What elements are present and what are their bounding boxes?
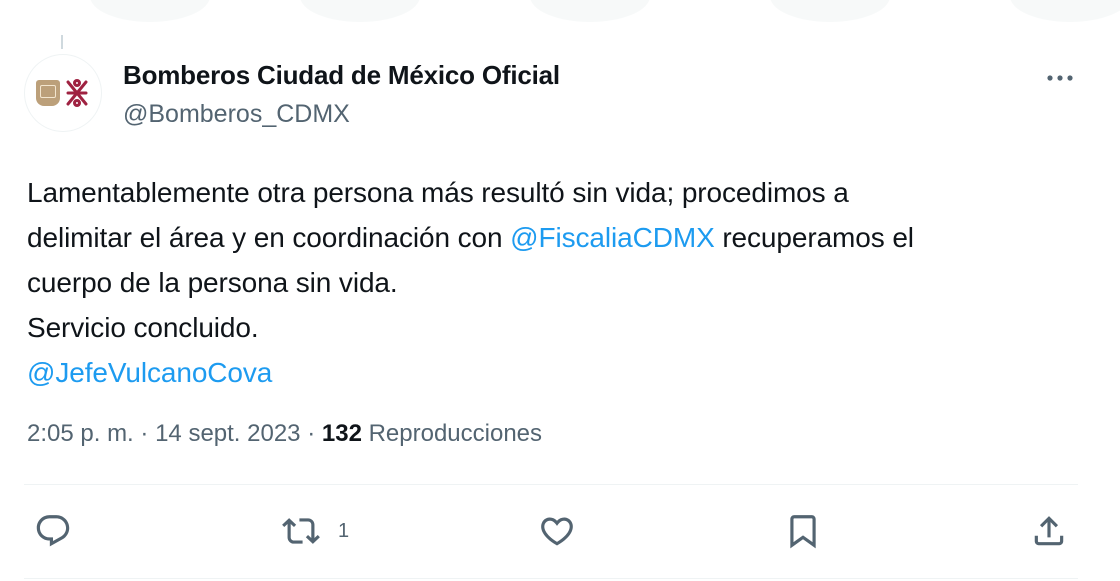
divider xyxy=(24,484,1078,485)
previous-tweet-fade xyxy=(0,0,1120,30)
tweet-meta: 2:05 p. m. · 14 sept. 2023 · 132 Reprodu… xyxy=(27,420,542,448)
retweet-count: 1 xyxy=(338,519,350,542)
reply-button[interactable] xyxy=(34,510,88,552)
heart-icon xyxy=(541,517,573,546)
avatar[interactable] xyxy=(24,54,102,132)
city-shield-icon xyxy=(36,80,60,106)
share-icon xyxy=(1034,516,1064,546)
views-label: Reproducciones xyxy=(368,420,543,447)
bookmark-icon xyxy=(790,515,816,549)
tweet-text-line: Lamentablemente otra persona más resultó… xyxy=(27,170,1097,215)
tweet-text-line: @JefeVulcanoCova xyxy=(27,350,1097,395)
tweet-time[interactable]: 2:05 p. m. xyxy=(27,420,134,447)
views-count: 132 xyxy=(321,420,362,447)
share-button[interactable] xyxy=(1030,510,1084,552)
tweet-text-line: cuerpo de la persona sin vida. xyxy=(27,260,1097,305)
mention-link[interactable]: @JefeVulcanoCova xyxy=(27,357,272,388)
mention-link[interactable]: @FiscaliaCDMX xyxy=(510,222,715,253)
thread-connector-line xyxy=(61,35,63,49)
bookmark-button[interactable] xyxy=(784,510,838,552)
like-button[interactable] xyxy=(538,510,592,552)
cdmx-knot-logo-icon xyxy=(66,79,88,107)
author-handle[interactable]: @Bomberos_CDMX xyxy=(123,100,350,129)
tweet-text-segment: Lamentablemente otra persona más resultó… xyxy=(27,177,849,208)
tweet-text-segment: cuerpo de la persona sin vida. xyxy=(27,267,398,298)
meta-separator: · xyxy=(307,420,316,447)
tweet-text-segment: recuperamos el xyxy=(714,222,914,253)
meta-separator: · xyxy=(140,420,149,447)
tweet-text-segment: delimitar el área y en coordinación con xyxy=(27,222,511,253)
author-display-name[interactable]: Bomberos Ciudad de México Oficial xyxy=(123,60,560,91)
retweet-icon xyxy=(282,518,320,544)
reply-icon xyxy=(36,515,70,547)
tweet-text: Lamentablemente otra persona más resultó… xyxy=(27,170,1097,395)
more-options-icon[interactable] xyxy=(1042,64,1078,92)
retweet-button[interactable]: 1 xyxy=(280,510,349,552)
tweet-text-segment: Servicio concluido. xyxy=(27,312,259,343)
divider xyxy=(24,578,1078,579)
tweet-text-line: Servicio concluido. xyxy=(27,305,1097,350)
tweet-date[interactable]: 14 sept. 2023 xyxy=(155,420,300,447)
tweet-text-line: delimitar el área y en coordinación con … xyxy=(27,215,1097,260)
